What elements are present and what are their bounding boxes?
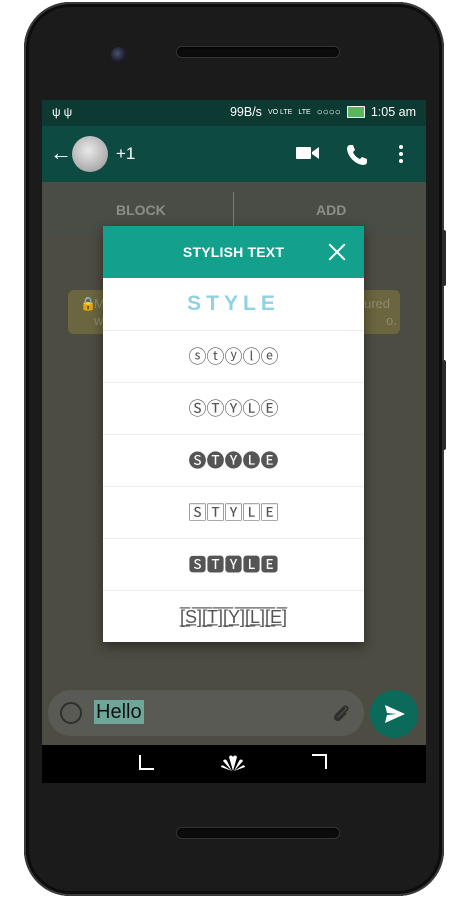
recent-apps-icon[interactable]: [310, 753, 328, 776]
style-option[interactable]: STYLE: [103, 278, 364, 330]
encryption-text: o.: [386, 313, 397, 328]
network-speed: 99B/s: [229, 105, 262, 119]
style-option[interactable]: ⓢⓣⓨⓛⓔ: [103, 330, 364, 383]
phone-call-icon[interactable]: [346, 144, 368, 171]
front-camera: [111, 47, 127, 63]
send-button[interactable]: [370, 690, 418, 738]
usb-icons: ψψ: [52, 105, 75, 119]
back-key-icon[interactable]: [138, 753, 156, 776]
huawei-home-icon[interactable]: [220, 753, 246, 778]
video-call-icon[interactable]: [296, 144, 320, 167]
bottom-speaker: [177, 828, 339, 838]
stylish-text-dialog: STYLISH TEXT STYLE ⓢⓣⓨⓛⓔ ⓈⓉⓎⓁⒺ 🅢🅣🅨🅛🅔 🅂🅃🅈…: [103, 226, 364, 642]
message-composer: Hello: [48, 690, 364, 736]
status-bar: ψψ 99B/s VO LTE LTE ○○○○ 1:05 am: [42, 100, 426, 126]
message-input[interactable]: Hello: [94, 700, 144, 724]
add-button[interactable]: ADD: [316, 202, 346, 218]
more-options-icon[interactable]: [398, 144, 404, 169]
earpiece-speaker: [177, 47, 339, 57]
attachment-icon[interactable]: [330, 702, 352, 729]
close-icon[interactable]: [324, 239, 350, 265]
block-button[interactable]: BLOCK: [116, 202, 166, 218]
lte-indicator: LTE: [298, 108, 311, 116]
participant-count: +1: [116, 144, 136, 163]
style-option[interactable]: [̲̅S̲̅][̲̅T̲̅][̲̅Y̲̅][̲̅L̲̅][̲̅E̲̅]: [103, 590, 364, 643]
signal-icon: ○○○○: [316, 106, 341, 118]
volte-indicator: VO LTE: [267, 108, 293, 116]
style-option[interactable]: 🆂🆃🆈🅻🅴: [103, 538, 364, 591]
avatar[interactable]: [72, 136, 108, 172]
emoji-icon[interactable]: [60, 702, 82, 724]
navigation-bar: [42, 745, 426, 783]
usb-icon: ψ: [52, 105, 64, 119]
volume-button: [442, 230, 446, 286]
battery-icon: [346, 106, 365, 118]
actions-divider: [233, 192, 234, 228]
style-option[interactable]: 🅢🅣🅨🅛🅔: [103, 434, 364, 487]
clock: 1:05 am: [370, 105, 416, 119]
encryption-text: w: [94, 313, 104, 328]
style-option[interactable]: 🅂🅃🅈🄻🄴: [103, 486, 364, 539]
power-button: [442, 360, 446, 450]
send-icon: [385, 705, 405, 723]
dialog-header: STYLISH TEXT: [103, 226, 364, 278]
chat-app-bar: ← +1: [42, 126, 426, 182]
usb-icon: ψ: [63, 105, 76, 119]
encryption-text: ured: [364, 296, 391, 311]
style-option[interactable]: ⓈⓉⓎⓁⒺ: [103, 382, 364, 435]
back-arrow-icon[interactable]: ←: [50, 140, 72, 166]
